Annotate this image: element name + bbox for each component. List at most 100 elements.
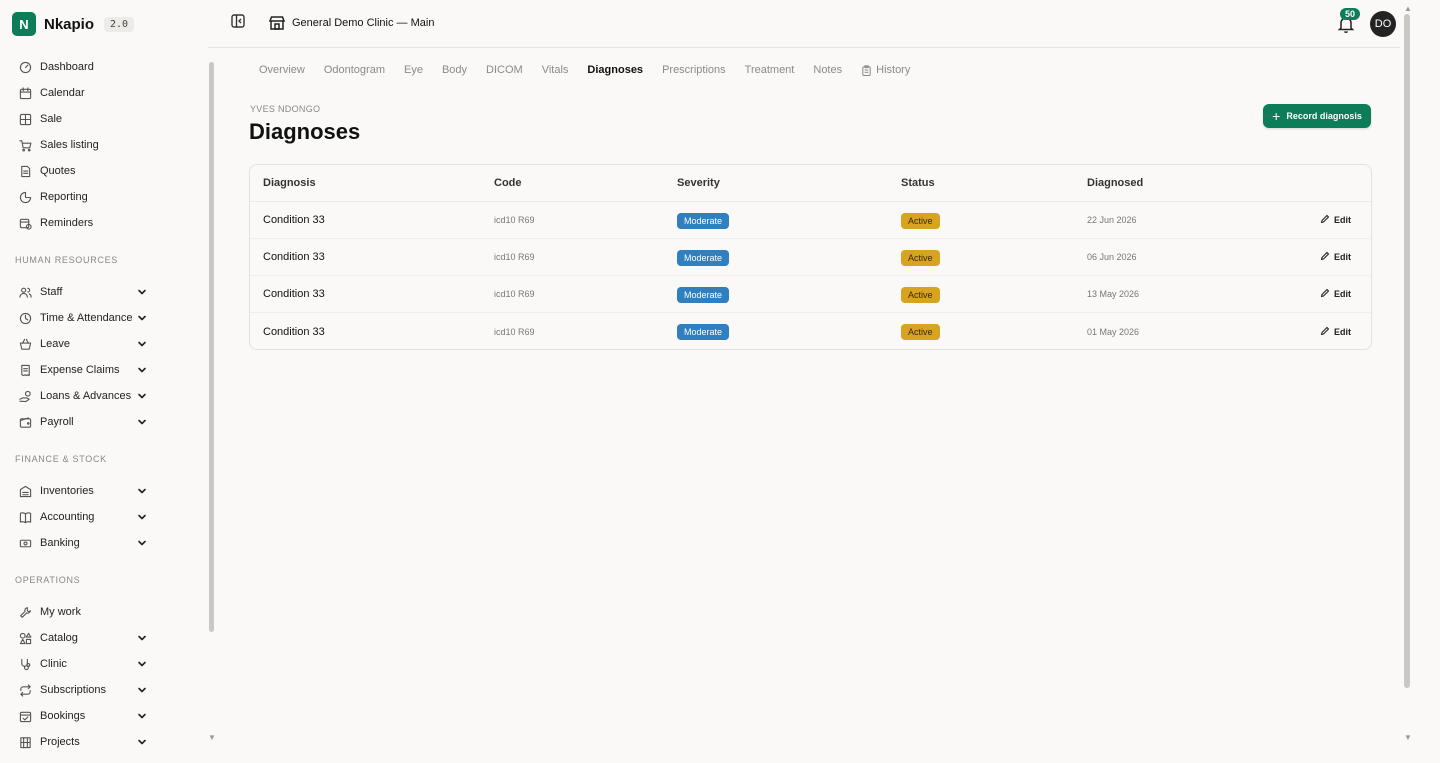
- severity-badge: Moderate: [677, 286, 730, 303]
- sidebar-item-calendar[interactable]: Calendar: [0, 80, 208, 106]
- sidebar-item-label: Payroll: [40, 416, 74, 428]
- edit-button[interactable]: Edit: [1320, 214, 1351, 226]
- chevron-down-icon[interactable]: [136, 286, 148, 298]
- sidebar-item-sales-listing[interactable]: Sales listing: [0, 132, 208, 158]
- sidebar-toggle-icon[interactable]: [230, 13, 246, 29]
- tab-notes[interactable]: Notes: [813, 62, 842, 78]
- code-cell: icd10 R69: [494, 215, 535, 225]
- sidebar-item-quotes[interactable]: Quotes: [0, 158, 208, 184]
- pencil-icon: [1320, 288, 1330, 300]
- sidebar-item-label: Projects: [40, 736, 80, 748]
- table-row[interactable]: Condition 33 icd10 R69 Moderate Active 13 Ma…: [250, 276, 1371, 313]
- tab-overview[interactable]: Overview: [259, 62, 305, 78]
- banknote-icon: [18, 536, 32, 550]
- column-header-code[interactable]: Code: [494, 177, 677, 189]
- chevron-down-icon[interactable]: [136, 416, 148, 428]
- diagnosed-date-cell: 13 May 2026: [1087, 289, 1140, 299]
- table-body: Condition 33 icd10 R69 Moderate Active 22 Ju…: [250, 202, 1371, 349]
- main-scroll-up-icon[interactable]: ▲: [1404, 4, 1412, 13]
- severity-badge: Moderate: [677, 249, 730, 266]
- table-row[interactable]: Condition 33 icd10 R69 Moderate Active 22 Ju…: [250, 202, 1371, 239]
- tab-vitals[interactable]: Vitals: [542, 62, 569, 78]
- avatar[interactable]: DO: [1370, 11, 1396, 37]
- chevron-down-icon[interactable]: [136, 710, 148, 722]
- sidebar-item-my-work[interactable]: My work: [0, 599, 208, 625]
- sidebar-scrollbar[interactable]: [209, 62, 214, 632]
- sidebar-item-loans-and-advances[interactable]: Loans & Advances: [0, 383, 208, 409]
- actions-cell: Edit: [1297, 251, 1371, 263]
- sidebar-item-catalog[interactable]: Catalog: [0, 625, 208, 651]
- status-cell: Active: [901, 249, 1087, 266]
- column-header-status[interactable]: Status: [901, 177, 1087, 189]
- actions-cell: Edit: [1297, 288, 1371, 300]
- tab-eye[interactable]: Eye: [404, 62, 423, 78]
- edit-button[interactable]: Edit: [1320, 326, 1351, 338]
- sidebar-item-sale[interactable]: Sale: [0, 106, 208, 132]
- sidebar-item-clinic[interactable]: Clinic: [0, 651, 208, 677]
- clinic-selector[interactable]: General Demo Clinic — Main: [268, 14, 434, 32]
- tab-diagnoses[interactable]: Diagnoses: [587, 62, 643, 78]
- sidebar-item-bookings[interactable]: Bookings: [0, 703, 208, 729]
- tab-body[interactable]: Body: [442, 62, 467, 78]
- edit-button[interactable]: Edit: [1320, 288, 1351, 300]
- record-diagnosis-button[interactable]: + Record diagnosis: [1263, 104, 1371, 128]
- tab-label: Overview: [259, 64, 305, 76]
- brand[interactable]: N Nkapio 2.0: [12, 12, 135, 36]
- status-badge: Active: [901, 212, 940, 229]
- sidebar-item-label: Accounting: [40, 511, 95, 523]
- tab-history[interactable]: History: [861, 62, 910, 78]
- tab-prescriptions[interactable]: Prescriptions: [662, 62, 726, 78]
- sidebar-scroll-down-icon[interactable]: ▼: [208, 733, 216, 742]
- table-row[interactable]: Condition 33 icd10 R69 Moderate Active 01 Ma…: [250, 313, 1371, 349]
- chevron-down-icon[interactable]: [136, 736, 148, 748]
- chevron-down-icon[interactable]: [136, 658, 148, 670]
- column-header-diagnosed[interactable]: Diagnosed: [1087, 177, 1297, 189]
- sidebar-item-reminders[interactable]: Reminders: [0, 210, 208, 236]
- sidebar-item-label: Sale: [40, 113, 63, 125]
- chevron-down-icon[interactable]: [136, 485, 148, 497]
- sidebar-item-payroll[interactable]: Payroll: [0, 409, 208, 435]
- chevron-down-icon[interactable]: [136, 338, 148, 350]
- sidebar-item-inventories[interactable]: Inventories: [0, 478, 208, 504]
- status-cell: Active: [901, 286, 1087, 303]
- sidebar-item-expense-claims[interactable]: Expense Claims: [0, 357, 208, 383]
- tab-dicom[interactable]: DICOM: [486, 62, 523, 78]
- gauge-icon: [18, 60, 32, 74]
- chevron-down-icon[interactable]: [136, 511, 148, 523]
- column-header-severity[interactable]: Severity: [677, 177, 901, 189]
- sidebar-item-reporting[interactable]: Reporting: [0, 184, 208, 210]
- diagnosis-cell: Condition 33: [263, 214, 325, 226]
- chevron-down-icon[interactable]: [136, 390, 148, 402]
- table-row[interactable]: Condition 33 icd10 R69 Moderate Active 06 Ju…: [250, 239, 1371, 276]
- code-cell: icd10 R69: [494, 252, 535, 262]
- chevron-down-icon[interactable]: [136, 632, 148, 644]
- main-scrollbar[interactable]: [1404, 14, 1410, 688]
- sidebar-item-leave[interactable]: Leave: [0, 331, 208, 357]
- sidebar-item-dashboard[interactable]: Dashboard: [0, 54, 208, 80]
- column-header-diagnosis[interactable]: Diagnosis: [250, 177, 494, 189]
- diagnosis-cell: Condition 33: [263, 288, 325, 300]
- record-diagnosis-label: Record diagnosis: [1286, 111, 1362, 121]
- tab-odontogram[interactable]: Odontogram: [324, 62, 385, 78]
- clipboard-icon: [861, 64, 872, 76]
- main-scroll-down-icon[interactable]: ▼: [1404, 733, 1412, 742]
- chevron-down-icon[interactable]: [136, 364, 148, 376]
- tab-treatment[interactable]: Treatment: [745, 62, 795, 78]
- severity-cell: Moderate: [677, 212, 901, 229]
- chevron-down-icon[interactable]: [136, 312, 148, 324]
- sidebar-item-accounting[interactable]: Accounting: [0, 504, 208, 530]
- chevron-down-icon[interactable]: [136, 537, 148, 549]
- diagnosed-date-cell: 01 May 2026: [1087, 326, 1140, 337]
- sidebar-item-label: Expense Claims: [40, 364, 120, 376]
- calendar-check-icon: [18, 709, 32, 723]
- sidebar-item-banking[interactable]: Banking: [0, 530, 208, 556]
- sidebar-item-staff[interactable]: Staff: [0, 279, 208, 305]
- edit-button[interactable]: Edit: [1320, 251, 1351, 263]
- sidebar-item-subscriptions[interactable]: Subscriptions: [0, 677, 208, 703]
- sidebar-item-projects[interactable]: Projects: [0, 729, 208, 755]
- code-cell: icd10 R69: [494, 326, 535, 337]
- sidebar-item-time-and-attendance[interactable]: Time & Attendance: [0, 305, 208, 331]
- chevron-down-icon[interactable]: [136, 684, 148, 696]
